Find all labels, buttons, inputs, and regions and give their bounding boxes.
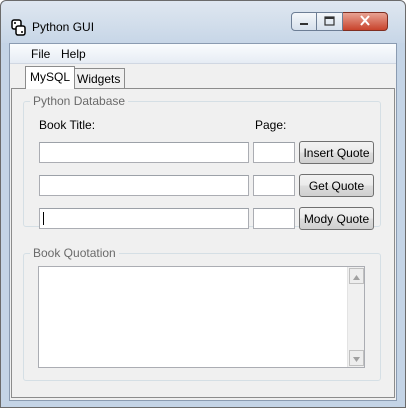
title-bar[interactable]: Python GUI: [1, 1, 405, 43]
insert-quote-button[interactable]: Insert Quote: [299, 141, 374, 164]
page-input-1[interactable]: [253, 142, 295, 163]
app-window: Python GUI File Help MySQL Widgets Pytho…: [0, 0, 406, 408]
menu-help[interactable]: Help: [61, 47, 86, 61]
book-title-input-2[interactable]: [39, 175, 249, 196]
vertical-scrollbar[interactable]: [347, 267, 364, 367]
close-button[interactable]: [343, 12, 388, 31]
book-title-input-1[interactable]: [39, 142, 249, 163]
tab-widgets[interactable]: Widgets: [72, 68, 126, 89]
client-area: File Help MySQL Widgets Python Database …: [9, 43, 397, 401]
page-input-3[interactable]: [253, 208, 295, 229]
minimize-icon: [299, 15, 309, 29]
menu-bar: File Help: [10, 44, 396, 64]
group-title-python-database: Python Database: [30, 94, 129, 108]
page-label: Page:: [255, 118, 287, 132]
book-title-input-3[interactable]: [39, 208, 249, 229]
window-title: Python GUI: [32, 20, 95, 34]
page-input-2[interactable]: [253, 175, 295, 196]
tab-mysql[interactable]: MySQL: [25, 66, 76, 89]
python-database-group: Python Database Book Title: Page: Insert…: [23, 94, 381, 230]
get-quote-button[interactable]: Get Quote: [299, 174, 374, 197]
maximize-icon: [324, 15, 335, 29]
modify-quote-button[interactable]: Mody Quote: [299, 207, 374, 230]
tab-panel-mysql: Python Database Book Title: Page: Insert…: [11, 88, 395, 398]
scroll-up-button[interactable]: [349, 268, 364, 284]
window-controls: [291, 12, 388, 32]
menu-file[interactable]: File: [31, 47, 50, 61]
python-icon: [10, 19, 27, 36]
close-icon: [359, 14, 371, 29]
book-quotation-group: Book Quotation: [23, 246, 381, 381]
minimize-button[interactable]: [291, 12, 317, 31]
book-title-label: Book Title:: [39, 118, 96, 132]
scroll-down-button[interactable]: [349, 350, 364, 366]
quotation-text-area[interactable]: [38, 266, 365, 368]
scroll-up-arrow-icon: [353, 269, 360, 283]
scroll-down-arrow-icon: [353, 351, 360, 365]
group-title-book-quotation: Book Quotation: [30, 246, 119, 260]
maximize-button[interactable]: [317, 12, 343, 31]
